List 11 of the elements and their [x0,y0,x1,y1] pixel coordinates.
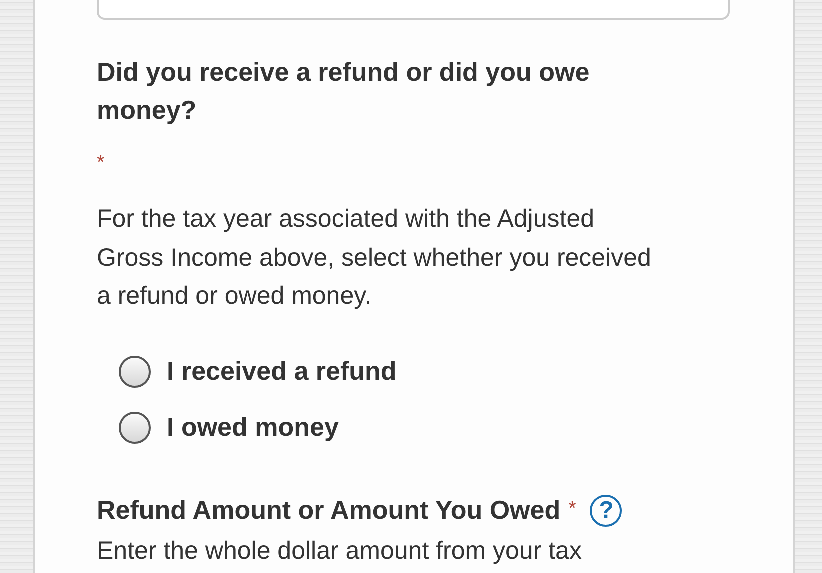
question-title: Did you receive a refund or did you owe money? [97,56,591,127]
required-mark: * [568,498,576,520]
radio-button[interactable] [119,412,151,444]
required-mark: * [97,152,105,174]
option-label[interactable]: I owed money [167,412,339,443]
question-description: For the tax year associated with the Adjusted Gross Income above, select whether you received a refund or owed money. [97,204,652,312]
radio-button[interactable] [119,356,151,388]
option-label[interactable]: I received a refund [167,356,397,387]
help-button[interactable]: ? [590,494,622,526]
question-title: Refund Amount or Amount You Owed [97,495,561,526]
question-description: Enter the whole dollar amount from your tax [97,536,583,566]
